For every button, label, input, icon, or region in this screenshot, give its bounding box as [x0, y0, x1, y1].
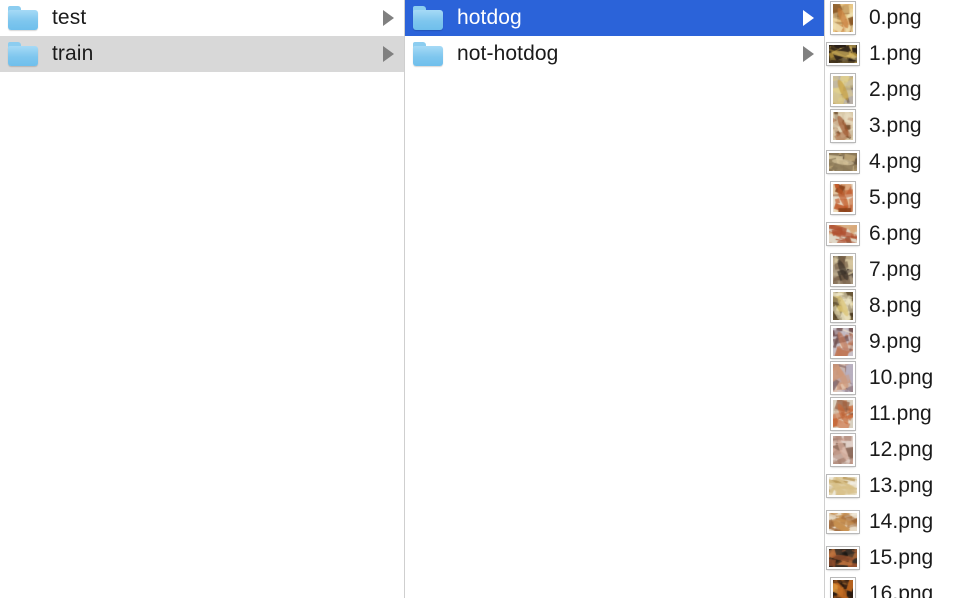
- file-row[interactable]: 12.png: [825, 432, 965, 468]
- image-thumbnail-icon: [827, 254, 859, 286]
- image-thumbnail-icon: [827, 182, 859, 214]
- chevron-right-icon: [383, 10, 394, 26]
- image-thumbnail-icon: [827, 110, 859, 142]
- file-row[interactable]: 6.png: [825, 216, 965, 252]
- file-row[interactable]: 7.png: [825, 252, 965, 288]
- folder-icon: [8, 6, 38, 30]
- image-thumbnail-icon: [827, 290, 859, 322]
- image-thumbnail-icon: [827, 578, 859, 598]
- image-thumbnail-icon: [827, 146, 859, 178]
- file-row[interactable]: 3.png: [825, 108, 965, 144]
- folder-name-label: not-hotdog: [457, 42, 559, 65]
- file-name-label: 4.png: [869, 150, 922, 173]
- file-name-label: 12.png: [869, 438, 934, 461]
- file-row[interactable]: 0.png: [825, 0, 965, 36]
- folder-name-label: train: [52, 42, 94, 65]
- file-name-label: 2.png: [869, 78, 922, 101]
- file-name-label: 6.png: [869, 222, 922, 245]
- folder-row[interactable]: not-hotdog: [405, 36, 824, 72]
- file-name-label: 5.png: [869, 186, 922, 209]
- image-thumbnail-icon: [827, 38, 859, 70]
- finder-column-3[interactable]: 0.png 1.png 2.png 3.png 4.png 5.png 6.png 7.png…: [825, 0, 965, 598]
- file-name-label: 0.png: [869, 6, 922, 29]
- finder-window: test train hotdog not-hotdog 0.png 1.png 2.p…: [0, 0, 966, 598]
- folder-row[interactable]: train: [0, 36, 404, 72]
- chevron-right-icon: [803, 10, 814, 26]
- file-name-label: 7.png: [869, 258, 922, 281]
- chevron-right-icon: [383, 46, 394, 62]
- folder-icon: [413, 6, 443, 30]
- file-row[interactable]: 13.png: [825, 468, 965, 504]
- image-thumbnail-icon: [827, 74, 859, 106]
- image-thumbnail-icon: [827, 362, 859, 394]
- file-row[interactable]: 10.png: [825, 360, 965, 396]
- file-name-label: 16.png: [869, 582, 934, 598]
- image-thumbnail-icon: [827, 470, 859, 502]
- file-name-label: 3.png: [869, 114, 922, 137]
- file-name-label: 14.png: [869, 510, 934, 533]
- file-row[interactable]: 1.png: [825, 36, 965, 72]
- folder-row[interactable]: test: [0, 0, 404, 36]
- file-row[interactable]: 4.png: [825, 144, 965, 180]
- file-name-label: 11.png: [869, 402, 932, 425]
- image-thumbnail-icon: [827, 506, 859, 538]
- file-row[interactable]: 8.png: [825, 288, 965, 324]
- folder-row[interactable]: hotdog: [405, 0, 824, 36]
- file-row[interactable]: 11.png: [825, 396, 965, 432]
- folder-icon: [413, 42, 443, 66]
- image-thumbnail-icon: [827, 326, 859, 358]
- image-thumbnail-icon: [827, 434, 859, 466]
- file-row[interactable]: 9.png: [825, 324, 965, 360]
- folder-name-label: test: [52, 6, 87, 29]
- file-name-label: 15.png: [869, 546, 934, 569]
- image-thumbnail-icon: [827, 2, 859, 34]
- file-row[interactable]: 2.png: [825, 72, 965, 108]
- file-name-label: 8.png: [869, 294, 922, 317]
- file-name-label: 9.png: [869, 330, 922, 353]
- finder-column-1[interactable]: test train: [0, 0, 405, 598]
- file-name-label: 13.png: [869, 474, 934, 497]
- file-row[interactable]: 15.png: [825, 540, 965, 576]
- file-row[interactable]: 5.png: [825, 180, 965, 216]
- image-thumbnail-icon: [827, 398, 859, 430]
- folder-icon: [8, 42, 38, 66]
- image-thumbnail-icon: [827, 218, 859, 250]
- chevron-right-icon: [803, 46, 814, 62]
- file-row[interactable]: 14.png: [825, 504, 965, 540]
- file-name-label: 1.png: [869, 42, 922, 65]
- file-row[interactable]: 16.png: [825, 576, 965, 598]
- file-name-label: 10.png: [869, 366, 934, 389]
- image-thumbnail-icon: [827, 542, 859, 574]
- finder-column-2[interactable]: hotdog not-hotdog: [405, 0, 825, 598]
- folder-name-label: hotdog: [457, 6, 522, 29]
